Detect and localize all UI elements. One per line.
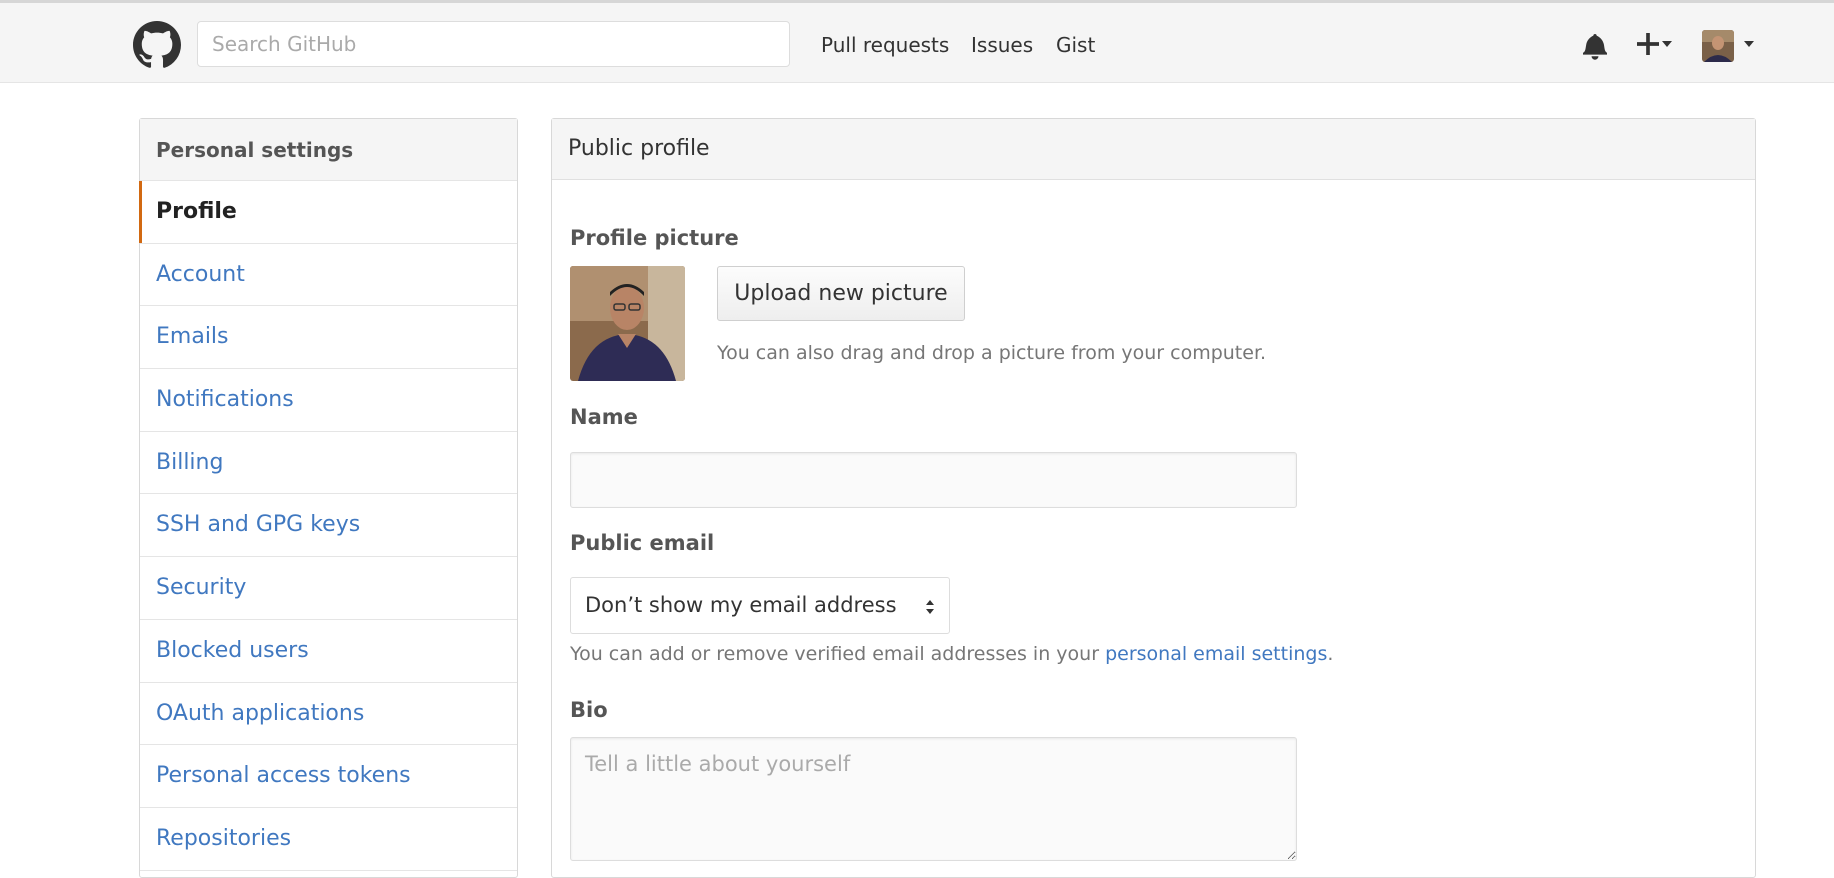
bio-textarea[interactable] — [570, 737, 1297, 861]
nav-issues[interactable]: Issues — [971, 33, 1033, 57]
public-profile-panel: Public profile Profile picture Upload ne… — [551, 118, 1756, 878]
settings-sidebar: Personal settings Profile Account Emails… — [139, 118, 518, 878]
top-header: Pull requests Issues Gist — [0, 0, 1834, 83]
sidebar-item-profile[interactable]: Profile — [139, 181, 517, 244]
sidebar-item-notifications[interactable]: Notifications — [140, 369, 517, 432]
sidebar-item-oauth-applications[interactable]: OAuth applications — [140, 683, 517, 746]
profile-picture — [570, 266, 685, 381]
user-avatar[interactable] — [1702, 30, 1734, 62]
personal-email-settings-link[interactable]: personal email settings — [1105, 643, 1327, 665]
sidebar-item-repositories[interactable]: Repositories — [140, 808, 517, 871]
public-email-select[interactable]: Don’t show my email address — [570, 577, 950, 634]
github-logo-icon[interactable] — [133, 21, 181, 69]
sidebar-item-ssh-gpg-keys[interactable]: SSH and GPG keys — [140, 494, 517, 558]
public-email-label: Public email — [570, 531, 715, 555]
plus-icon[interactable] — [1637, 33, 1659, 55]
profile-photo-icon — [570, 266, 685, 381]
name-label: Name — [570, 405, 638, 429]
nav-pull-requests[interactable]: Pull requests — [821, 33, 949, 57]
upload-picture-button[interactable]: Upload new picture — [717, 266, 965, 321]
sidebar-item-blocked-users[interactable]: Blocked users — [140, 620, 517, 683]
email-note-period: . — [1327, 643, 1334, 665]
sidebar-item-security[interactable]: Security — [140, 557, 517, 620]
sidebar-title: Personal settings — [140, 119, 517, 181]
plus-dropdown-caret-icon[interactable] — [1662, 41, 1672, 47]
panel-title: Public profile — [552, 119, 1755, 180]
upload-note: You can also drag and drop a picture fro… — [717, 342, 1267, 364]
avatar-image-icon — [1702, 30, 1734, 62]
search-input[interactable] — [197, 21, 790, 67]
bio-label: Bio — [570, 698, 608, 722]
name-input[interactable] — [570, 452, 1297, 508]
email-note: You can add or remove verified email add… — [570, 643, 1333, 665]
select-arrows-icon — [926, 600, 934, 614]
sidebar-item-billing[interactable]: Billing — [140, 432, 517, 495]
profile-picture-label: Profile picture — [570, 226, 739, 250]
avatar-dropdown-caret-icon[interactable] — [1744, 41, 1754, 47]
sidebar-item-emails[interactable]: Emails — [140, 306, 517, 370]
email-note-text: You can add or remove verified email add… — [570, 643, 1100, 665]
sidebar-item-account[interactable]: Account — [140, 244, 517, 307]
bell-icon[interactable] — [1583, 32, 1607, 60]
public-email-selected-value: Don’t show my email address — [585, 593, 897, 617]
sidebar-item-personal-access-tokens[interactable]: Personal access tokens — [140, 745, 517, 808]
nav-gist[interactable]: Gist — [1056, 33, 1095, 57]
